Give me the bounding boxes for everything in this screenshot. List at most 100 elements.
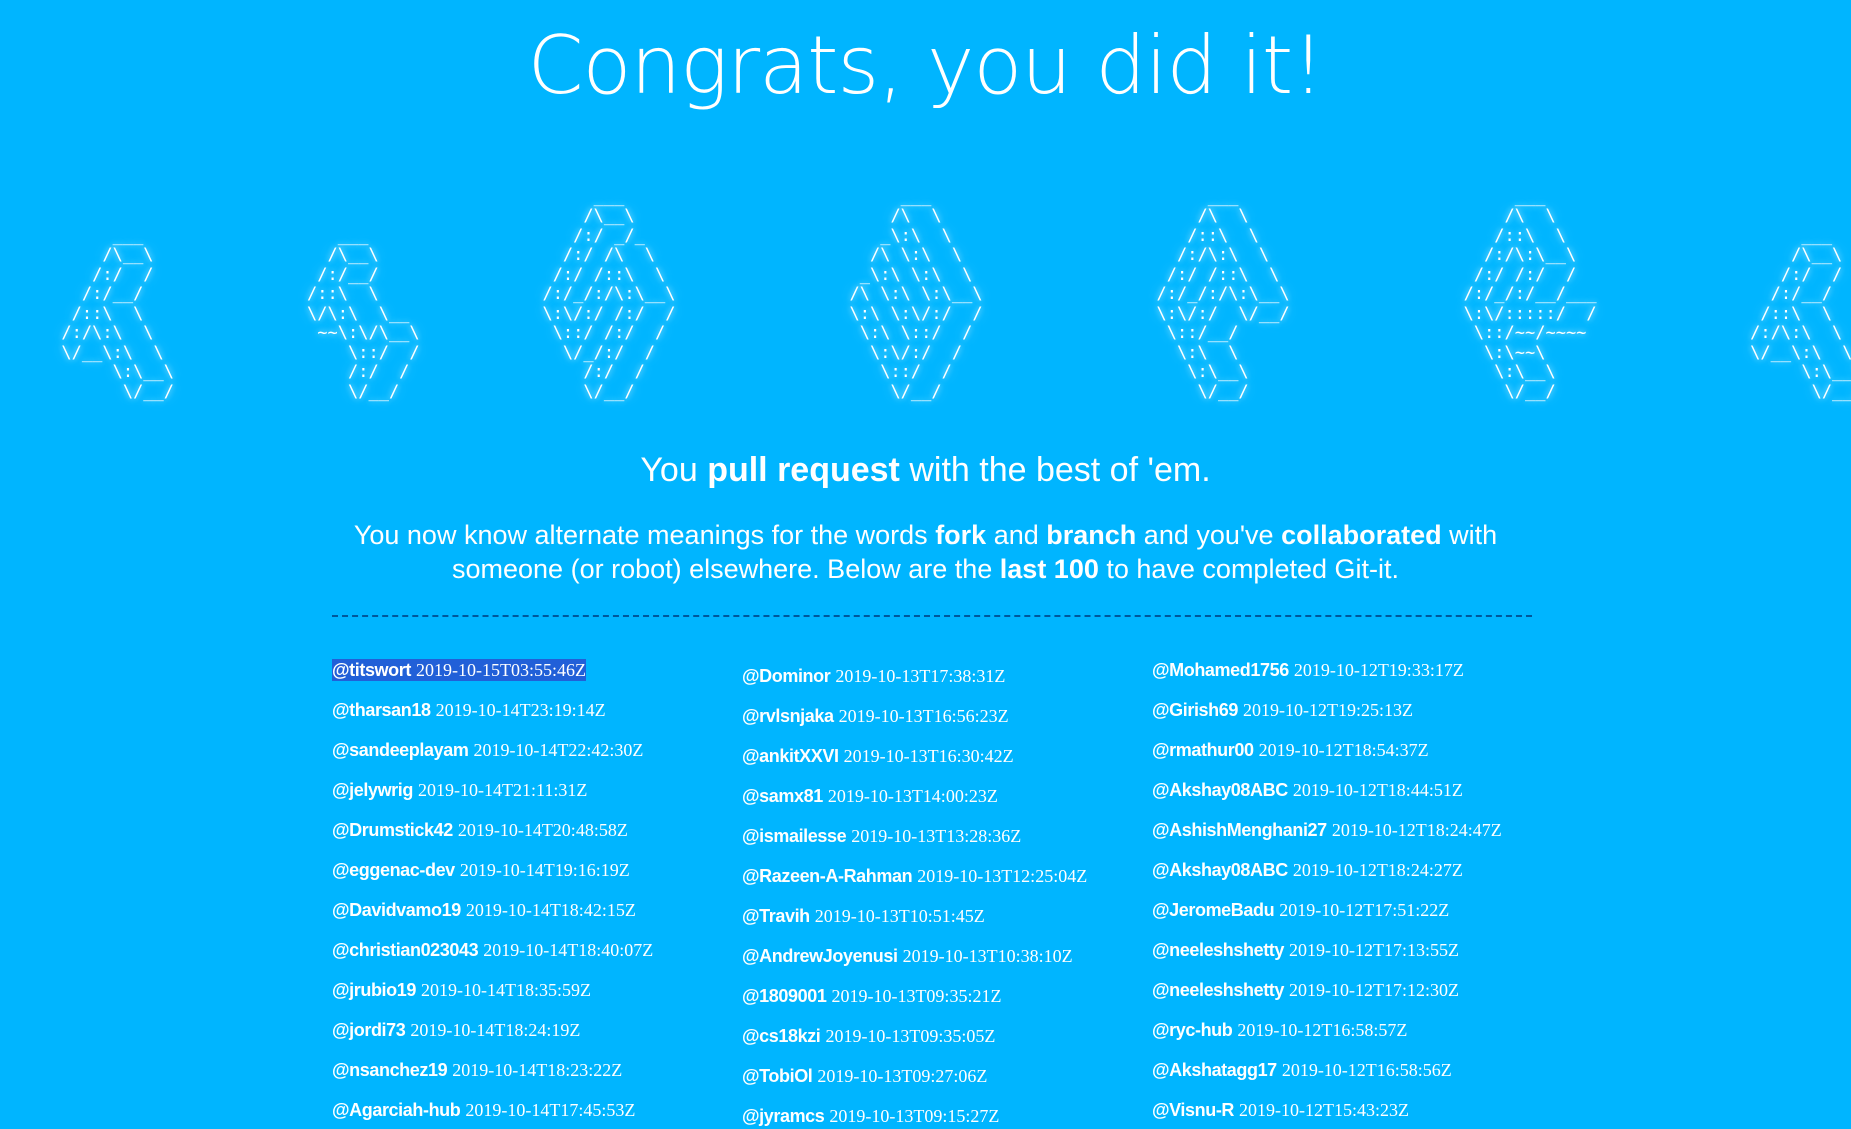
github-username: @Razeen-A-Rahman [742,866,913,886]
completion-timestamp: 2019-10-14T19:16:19Z [459,860,630,880]
completion-timestamp: 2019-10-12T16:58:57Z [1237,1020,1408,1040]
completion-entry: @tharsan18 2019-10-14T23:19:14Z [332,695,653,735]
github-username: @Drumstick42 [332,820,453,840]
completion-timestamp: 2019-10-14T18:24:19Z [410,1020,581,1040]
github-username: @samx81 [742,786,823,806]
completion-timestamp: 2019-10-12T18:54:37Z [1258,740,1429,760]
github-username: @AshishMenghani27 [1152,820,1327,840]
github-username: @neeleshshetty [1152,980,1285,1000]
completion-entry: @neeleshshetty 2019-10-12T17:12:30Z [1152,975,1502,1015]
completion-entry: @Travih 2019-10-13T10:51:45Z [742,901,1087,941]
completion-entry-content: @Akshatagg17 2019-10-12T16:58:56Z [1152,1060,1452,1080]
completion-entry: @Drumstick42 2019-10-14T20:48:58Z [332,815,653,855]
ascii-art-logo: ___ ___ ___ ___ /\__\ /\ \ /\ \ /\ \ ___… [0,168,1851,422]
completion-entry-content: @Visnu-R 2019-10-12T15:43:23Z [1152,1100,1409,1120]
github-username: @eggenac-dev [332,860,455,880]
completion-entry-content: @jordi73 2019-10-14T18:24:19Z [332,1020,580,1040]
completion-entry-content: @1809001 2019-10-13T09:35:21Z [742,986,1001,1006]
completion-entry: @ismailesse 2019-10-13T13:28:36Z [742,821,1087,861]
completion-timestamp: 2019-10-14T18:23:22Z [452,1060,623,1080]
completion-entry-content: @Agarciah-hub 2019-10-14T17:45:53Z [332,1100,635,1120]
github-username: @titswort [332,660,411,680]
completion-entry-content: @Mohamed1756 2019-10-12T19:33:17Z [1152,660,1464,680]
completion-entry: @TobiOl 2019-10-13T09:27:06Z [742,1061,1087,1101]
completion-timestamp: 2019-10-12T19:33:17Z [1293,660,1464,680]
github-username: @JeromeBadu [1152,900,1275,920]
completion-entry: @Davidvamo19 2019-10-14T18:42:15Z [332,895,653,935]
completion-timestamp: 2019-10-13T16:30:42Z [843,746,1014,766]
completion-entry-content: @jyramcs 2019-10-13T09:15:27Z [742,1106,999,1126]
github-username: @rvlsnjaka [742,706,834,726]
completion-entry-content: @neeleshshetty 2019-10-12T17:12:30Z [1152,980,1459,1000]
completion-entry-content: @AndrewJoyenusi 2019-10-13T10:38:10Z [742,946,1073,966]
github-username: @ismailesse [742,826,847,846]
completion-timestamp: 2019-10-12T19:25:13Z [1243,700,1413,720]
completion-entry: @Agarciah-hub 2019-10-14T17:45:53Z [332,1095,653,1129]
completion-timestamp: 2019-10-14T18:35:59Z [420,980,591,1000]
completion-timestamp: 2019-10-12T15:43:23Z [1239,1100,1410,1120]
completion-timestamp: 2019-10-12T17:13:55Z [1289,940,1460,960]
completion-entry: @neeleshshetty 2019-10-12T17:13:55Z [1152,935,1502,975]
github-username: @Travih [742,906,810,926]
dashed-divider [332,615,1532,617]
completion-entry: @Visnu-R 2019-10-12T15:43:23Z [1152,1095,1502,1129]
completion-entry-content: @Dominor 2019-10-13T17:38:31Z [742,666,1005,686]
completion-timestamp: 2019-10-14T20:48:58Z [457,820,628,840]
completion-timestamp: 2019-10-13T09:27:06Z [817,1066,988,1086]
completion-entry: @Akshay08ABC 2019-10-12T18:44:51Z [1152,775,1502,815]
completion-timestamp: 2019-10-15T03:55:46Z [415,660,586,680]
completion-timestamp: 2019-10-14T18:42:15Z [465,900,636,920]
completion-timestamp: 2019-10-13T09:35:05Z [825,1026,996,1046]
completion-entry: @ankitXXVI 2019-10-13T16:30:42Z [742,741,1087,781]
github-username: @ankitXXVI [742,746,839,766]
completion-entry-content: @AshishMenghani27 2019-10-12T18:24:47Z [1152,820,1502,840]
completion-timestamp: 2019-10-14T18:40:07Z [483,940,654,960]
completion-entry-content: @rmathur00 2019-10-12T18:54:37Z [1152,740,1429,760]
completion-entry-content: @Akshay08ABC 2019-10-12T18:44:51Z [1152,780,1463,800]
completion-timestamp: 2019-10-13T10:51:45Z [814,906,985,926]
github-username: @nsanchez19 [332,1060,448,1080]
blurb-bold-fork: fork [935,520,987,550]
blurb-text: to have completed Git-it. [1098,554,1399,584]
completion-entry-content: @titswort 2019-10-15T03:55:46Z [332,659,586,681]
completion-entry-content: @eggenac-dev 2019-10-14T19:16:19Z [332,860,630,880]
completions-column-2: @Dominor 2019-10-13T17:38:31Z @rvlsnjaka … [742,661,1087,1129]
completion-entry: @Girish69 2019-10-12T19:25:13Z [1152,695,1502,735]
completion-entry: @jyramcs 2019-10-13T09:15:27Z [742,1101,1087,1129]
completion-entry-content: @Drumstick42 2019-10-14T20:48:58Z [332,820,628,840]
completion-entry: @jrubio19 2019-10-14T18:35:59Z [332,975,653,1015]
completion-entry-content: @jelywrig 2019-10-14T21:11:31Z [332,780,587,800]
completion-entry: @Dominor 2019-10-13T17:38:31Z [742,661,1087,701]
completion-timestamp: 2019-10-12T17:51:22Z [1279,900,1450,920]
completion-page: Congrats, you did it! ___ ___ ___ ___ /\… [0,0,1851,1129]
tagline-bold: pull request [707,451,900,489]
github-username: @Davidvamo19 [332,900,461,920]
github-username: @Dominor [742,666,831,686]
github-username: @ryc-hub [1152,1020,1233,1040]
completion-entry: @1809001 2019-10-13T09:35:21Z [742,981,1087,1021]
github-username: @Agarciah-hub [332,1100,461,1120]
github-username: @TobiOl [742,1066,813,1086]
github-username: @jrubio19 [332,980,416,1000]
github-username: @AndrewJoyenusi [742,946,898,966]
completion-timestamp: 2019-10-14T21:11:31Z [418,780,588,800]
completion-entry-content: @christian023043 2019-10-14T18:40:07Z [332,940,653,960]
completion-entry: @nsanchez19 2019-10-14T18:23:22Z [332,1055,653,1095]
completion-entry: @samx81 2019-10-13T14:00:23Z [742,781,1087,821]
completion-timestamp: 2019-10-13T09:15:27Z [829,1106,1000,1126]
completion-entry-content: @Razeen-A-Rahman 2019-10-13T12:25:04Z [742,866,1087,886]
completion-timestamp: 2019-10-12T16:58:56Z [1281,1060,1452,1080]
completion-timestamp: 2019-10-14T23:19:14Z [435,700,606,720]
completion-entry: @sandeeplayam 2019-10-14T22:42:30Z [332,735,653,775]
completion-entry: @Mohamed1756 2019-10-12T19:33:17Z [1152,655,1502,695]
completion-timestamp: 2019-10-13T13:28:36Z [851,826,1022,846]
completion-entry: @JeromeBadu 2019-10-12T17:51:22Z [1152,895,1502,935]
github-username: @jordi73 [332,1020,406,1040]
completion-entry: @Razeen-A-Rahman 2019-10-13T12:25:04Z [742,861,1087,901]
completion-entry: @AndrewJoyenusi 2019-10-13T10:38:10Z [742,941,1087,981]
github-username: @christian023043 [332,940,479,960]
completion-entry: @rvlsnjaka 2019-10-13T16:56:23Z [742,701,1087,741]
blurb-text: and you've [1136,520,1282,550]
completion-entry-content: @sandeeplayam 2019-10-14T22:42:30Z [332,740,643,760]
github-username: @jyramcs [742,1106,825,1126]
